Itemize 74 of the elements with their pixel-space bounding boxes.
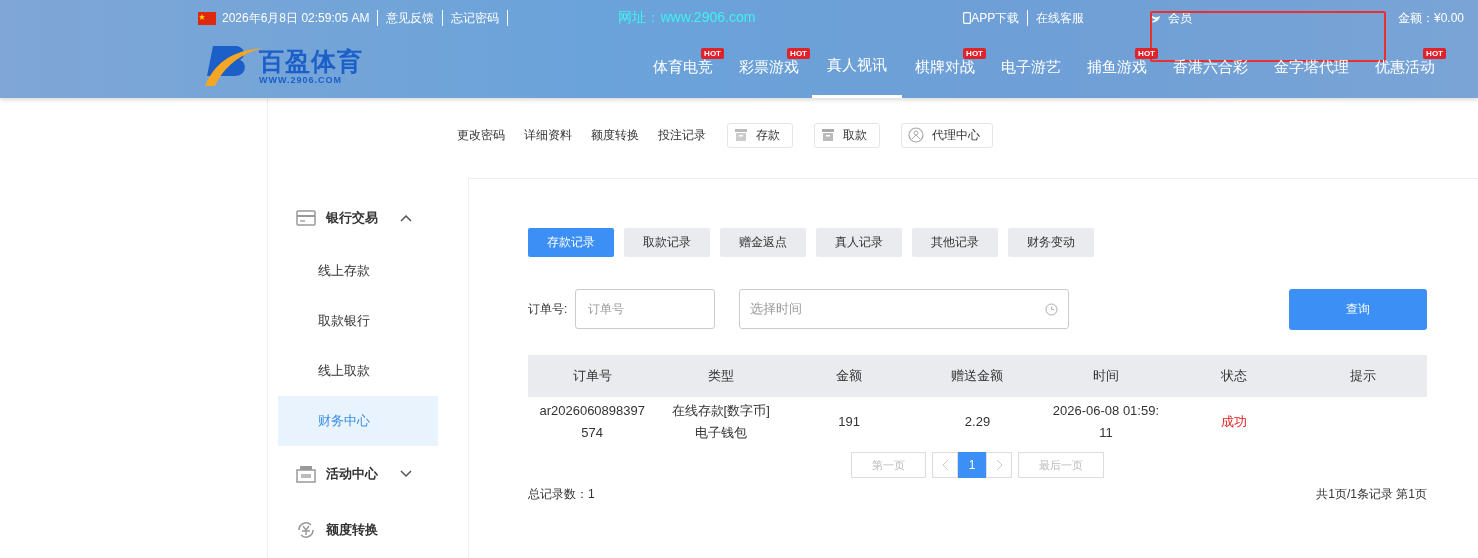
box-icon	[734, 128, 748, 142]
status-text: 成功	[1221, 414, 1248, 429]
datetime: 2026年6月8日 02:59:05 AM	[222, 9, 370, 27]
page-button[interactable]: 1	[958, 452, 986, 478]
record-tab[interactable]: 取款记录	[624, 228, 710, 257]
nav-item[interactable]: 香港六合彩	[1160, 36, 1261, 98]
account-link[interactable]: 额度转换	[591, 126, 639, 144]
column-header: 类型	[656, 355, 785, 397]
card-icon	[296, 210, 316, 226]
page-summary: 共1页/1条记录 第1页	[1316, 486, 1427, 503]
box-icon	[821, 128, 835, 142]
clock-icon	[1045, 302, 1059, 316]
member-label: 会员	[1168, 9, 1193, 27]
hot-badge: HOT	[963, 48, 986, 59]
sidebar-group[interactable]: 活动中心	[278, 446, 438, 502]
hot-badge: HOT	[701, 48, 724, 59]
header-link[interactable]: 意见反馈	[386, 9, 435, 27]
query-button[interactable]: 查询	[1289, 288, 1427, 330]
next-page-button[interactable]	[986, 452, 1012, 478]
flag-icon	[198, 11, 216, 25]
table-cell: ar2026060898397574	[539, 403, 645, 440]
sidebar-group[interactable]: 银行交易	[278, 190, 438, 246]
column-header: 赠送金额	[913, 355, 1042, 397]
header-link[interactable]: APP下载	[971, 9, 1020, 27]
sidebar-item[interactable]: 取款银行	[278, 296, 438, 346]
nav-item[interactable]: 真人视讯	[812, 36, 902, 98]
record-tab[interactable]: 存款记录	[528, 228, 614, 257]
previous-page-button[interactable]	[932, 452, 958, 478]
table-cell: 在线存款[数字币]电子钱包	[671, 403, 770, 440]
account-button[interactable]: 取款	[814, 122, 880, 148]
table-cell: 2.29	[964, 414, 991, 429]
hot-badge: HOT	[1423, 48, 1446, 59]
account-button[interactable]: 代理中心	[901, 122, 993, 148]
caret-up-icon	[400, 214, 412, 222]
record-tab[interactable]: 真人记录	[816, 228, 902, 257]
balance: 金额：¥0.00	[1397, 9, 1464, 27]
sidebar-item[interactable]: 线上存款	[278, 246, 438, 296]
column-header: 状态	[1170, 355, 1299, 397]
logo-name: 百盈体育	[259, 47, 363, 75]
sidebar-item[interactable]: 财务中心	[278, 396, 438, 446]
account-button[interactable]: 存款	[727, 122, 793, 148]
caret-down-icon	[400, 470, 412, 478]
header-link[interactable]: 在线客服	[1036, 9, 1085, 27]
gift-icon	[296, 465, 316, 483]
logo-url: WWW.2906.COM	[259, 75, 343, 85]
column-header: 提示	[1298, 355, 1427, 397]
nav-item[interactable]: 金字塔代理	[1261, 36, 1362, 98]
site-url: 网址：www.2906.com	[618, 9, 756, 27]
sidebar-group[interactable]: 额度转换	[278, 502, 438, 558]
field-label: 订单号:	[528, 300, 568, 318]
record-tab[interactable]: 其他记录	[912, 228, 998, 257]
hot-badge: HOT	[1135, 48, 1158, 59]
order-number-field[interactable]: 订单号	[575, 289, 716, 329]
nav-item[interactable]: 电子游艺	[988, 36, 1074, 98]
total-records: 总记录数：1	[528, 486, 595, 503]
header-link[interactable]: 忘记密码	[451, 9, 500, 27]
chevron-left-icon	[941, 459, 949, 471]
record-tab[interactable]: 财务变动	[1008, 228, 1094, 257]
account-link[interactable]: 投注记录	[658, 126, 706, 144]
column-header: 时间	[1041, 355, 1171, 397]
column-header: 订单号	[528, 355, 657, 397]
date-picker-field[interactable]: 选择时间	[739, 289, 1070, 329]
phone-icon	[963, 12, 972, 24]
account-link[interactable]: 详细资料	[524, 126, 572, 144]
column-header: 金额	[784, 355, 914, 397]
agent-icon	[908, 127, 924, 143]
record-tab[interactable]: 赠金返点	[720, 228, 806, 257]
table-cell: 191	[838, 414, 860, 429]
account-link[interactable]: 更改密码	[457, 126, 505, 144]
sidebar-item[interactable]: 线上取款	[278, 346, 438, 396]
table-cell: 2026-06-08 01:59:11	[1052, 403, 1160, 440]
hot-badge: HOT	[787, 48, 810, 59]
chevron-right-icon	[995, 459, 1003, 471]
currency-exchange-icon	[296, 520, 316, 540]
